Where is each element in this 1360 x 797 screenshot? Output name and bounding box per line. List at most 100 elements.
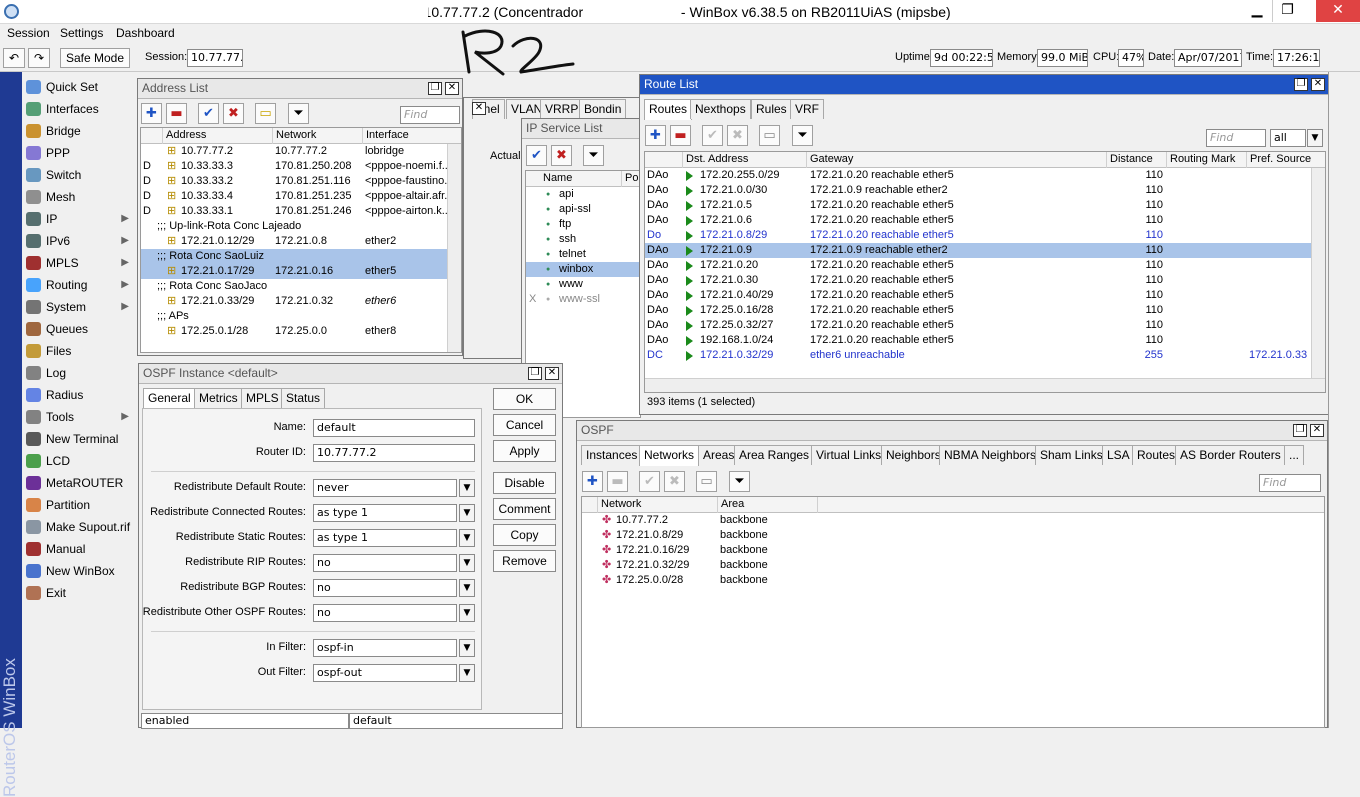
tab-as-border-routers[interactable]: AS Border Routers xyxy=(1175,445,1286,465)
column-header[interactable]: Distance xyxy=(1107,152,1167,168)
chevron-down-icon[interactable]: ▼ xyxy=(459,504,475,522)
ospf-title[interactable]: OSPF xyxy=(577,421,1327,441)
tab-nexthops[interactable]: Nexthops xyxy=(690,99,751,119)
tab-vrf[interactable]: VRF xyxy=(790,99,824,119)
add-icon[interactable]: ✚ xyxy=(582,471,603,492)
tab-lsa[interactable]: LSA xyxy=(1102,445,1135,465)
table-row[interactable]: D ⊞ 10.33.33.1 170.81.251.246 <pppoe-airton.… xyxy=(141,204,461,219)
comment-icon[interactable]: ▭ xyxy=(759,125,780,146)
table-row[interactable]: ⊞ 172.21.0.17/29 172.21.0.16 ether5 xyxy=(141,264,461,279)
table-row[interactable]: ⊞ 172.25.0.1/28 172.25.0.0 ether8 xyxy=(141,324,461,339)
column-header[interactable]: Area xyxy=(718,497,818,513)
tab-routes[interactable]: Routes xyxy=(644,99,693,120)
maximize-icon[interactable]: ❐ xyxy=(1294,78,1308,91)
comment-row[interactable]: ;;; APs xyxy=(141,309,461,324)
close-icon[interactable]: ✕ xyxy=(445,82,459,95)
copy-button[interactable]: Copy xyxy=(493,524,556,546)
close-icon[interactable]: ✕ xyxy=(545,367,559,380)
tab-networks[interactable]: Networks xyxy=(639,445,700,466)
chevron-down-icon[interactable]: ▼ xyxy=(459,579,475,597)
table-row[interactable]: DAo 172.25.0.16/28 172.21.0.20 reachable e… xyxy=(645,303,1325,318)
tab-neighbors[interactable]: Neighbors xyxy=(881,445,946,465)
chevron-down-icon[interactable]: ▼ xyxy=(459,664,475,682)
sidebar-item-metarouter[interactable]: MetaROUTER xyxy=(22,472,137,494)
list-item[interactable]: ● ssh xyxy=(526,232,640,247)
tab-rules[interactable]: Rules xyxy=(751,99,792,119)
enable-icon[interactable]: ✔ xyxy=(702,125,723,146)
comment-row[interactable]: ;;; Rota Conc SaoJaco xyxy=(141,279,461,294)
redist-other-ospf-select[interactable]: no xyxy=(313,604,457,622)
menu-dashboard[interactable]: Dashboard xyxy=(116,26,175,40)
close-icon[interactable]: ✕ xyxy=(1310,424,1324,437)
chevron-down-icon[interactable]: ▼ xyxy=(1307,129,1323,147)
chevron-down-icon[interactable]: ▼ xyxy=(459,554,475,572)
column-header[interactable]: Address xyxy=(163,128,273,144)
sidebar-item-routing[interactable]: Routing ▶ xyxy=(22,274,137,296)
redist-static-select[interactable]: as type 1 xyxy=(313,529,457,547)
routing-mark-filter[interactable]: all xyxy=(1270,129,1306,147)
table-row[interactable]: D ⊞ 10.33.33.2 170.81.251.116 <pppoe-faustin… xyxy=(141,174,461,189)
add-icon[interactable]: ✚ xyxy=(645,125,666,146)
sidebar-item-files[interactable]: Files xyxy=(22,340,137,362)
vertical-scrollbar[interactable] xyxy=(1311,168,1325,380)
sidebar-item-quick-set[interactable]: Quick Set xyxy=(22,76,137,98)
sidebar-item-ipv6[interactable]: IPv6 ▶ xyxy=(22,230,137,252)
find-input[interactable]: Find xyxy=(400,106,460,124)
table-row[interactable]: ⊞ 172.21.0.33/29 172.21.0.32 ether6 xyxy=(141,294,461,309)
sidebar-item-switch[interactable]: Switch xyxy=(22,164,137,186)
sidebar-item-partition[interactable]: Partition xyxy=(22,494,137,516)
table-row[interactable]: D ⊞ 10.33.33.4 170.81.251.235 <pppoe-altair.… xyxy=(141,189,461,204)
table-row[interactable]: ⊞ 10.77.77.2 10.77.77.2 lobridge xyxy=(141,144,461,159)
chevron-down-icon[interactable]: ▼ xyxy=(459,604,475,622)
filter-icon[interactable]: ⏷ xyxy=(792,125,813,146)
disable-icon[interactable]: ✖ xyxy=(551,145,572,166)
table-row[interactable]: DAo 172.21.0.5 172.21.0.20 reachable ether… xyxy=(645,198,1325,213)
list-item[interactable]: ● winbox xyxy=(526,262,640,277)
table-row[interactable]: ⊞ 172.21.0.12/29 172.21.0.8 ether2 xyxy=(141,234,461,249)
list-item[interactable]: ● ftp xyxy=(526,217,640,232)
filter-icon[interactable]: ⏷ xyxy=(729,471,750,492)
remove-button[interactable]: Remove xyxy=(493,550,556,572)
table-row[interactable]: D ⊞ 10.33.33.3 170.81.250.208 <pppoe-noemi.f… xyxy=(141,159,461,174)
table-row[interactable]: ✤ 172.25.0.0/28 backbone xyxy=(582,573,1324,588)
sidebar-item-mesh[interactable]: Mesh xyxy=(22,186,137,208)
maximize-icon[interactable]: ❐ xyxy=(528,367,542,380)
undo-button[interactable]: ↶ xyxy=(3,48,25,68)
ok-button[interactable]: OK xyxy=(493,388,556,410)
tab-sham-links[interactable]: Sham Links xyxy=(1035,445,1108,465)
chevron-down-icon[interactable]: ▼ xyxy=(459,479,475,497)
table-row[interactable]: ✤ 172.21.0.8/29 backbone xyxy=(582,528,1324,543)
disable-icon[interactable]: ✖ xyxy=(223,103,244,124)
filter-icon[interactable]: ⏷ xyxy=(583,145,604,166)
comment-icon[interactable]: ▭ xyxy=(696,471,717,492)
column-header[interactable]: Dst. Address xyxy=(683,152,807,168)
maximize-button[interactable]: ❐ xyxy=(1272,0,1302,22)
table-row[interactable]: DAo 172.21.0.9 172.21.0.9 reachable ether2… xyxy=(645,243,1325,258)
tab-virtual-links[interactable]: Virtual Links xyxy=(811,445,887,465)
remove-icon[interactable]: ▬ xyxy=(670,125,691,146)
close-button[interactable]: ✕ xyxy=(1316,0,1360,22)
cancel-button[interactable]: Cancel xyxy=(493,414,556,436)
list-item[interactable]: ● www xyxy=(526,277,640,292)
tab-vrrp[interactable]: VRRP xyxy=(540,99,584,119)
tab-mpls[interactable]: MPLS xyxy=(241,388,284,408)
chevron-down-icon[interactable]: ▼ xyxy=(459,639,475,657)
table-row[interactable]: Do 172.21.0.8/29 172.21.0.20 reachable eth… xyxy=(645,228,1325,243)
disable-button[interactable]: Disable xyxy=(493,472,556,494)
sidebar-item-system[interactable]: System ▶ xyxy=(22,296,137,318)
column-header[interactable]: Pref. Source xyxy=(1247,152,1325,168)
table-row[interactable]: DAo 172.21.0.6 172.21.0.20 reachable ether… xyxy=(645,213,1325,228)
minimize-button[interactable]: ▁ xyxy=(1242,0,1272,22)
close-icon[interactable]: ✕ xyxy=(472,102,486,115)
sidebar-item-manual[interactable]: Manual xyxy=(22,538,137,560)
column-header[interactable]: Gateway xyxy=(807,152,1107,168)
ip-service-title[interactable]: IP Service List xyxy=(522,119,640,139)
table-row[interactable]: DAo 192.168.1.0/24 172.21.0.20 reachable e… xyxy=(645,333,1325,348)
comment-row[interactable]: ;;; Up-link-Rota Conc Lajeado xyxy=(141,219,461,234)
list-item[interactable]: ● api-ssl xyxy=(526,202,640,217)
sidebar-item-mpls[interactable]: MPLS ▶ xyxy=(22,252,137,274)
horizontal-scrollbar[interactable] xyxy=(645,378,1325,392)
sidebar-item-exit[interactable]: Exit xyxy=(22,582,137,604)
sidebar-item-log[interactable]: Log xyxy=(22,362,137,384)
ospf-instance-title[interactable]: OSPF Instance <default> xyxy=(139,364,562,384)
